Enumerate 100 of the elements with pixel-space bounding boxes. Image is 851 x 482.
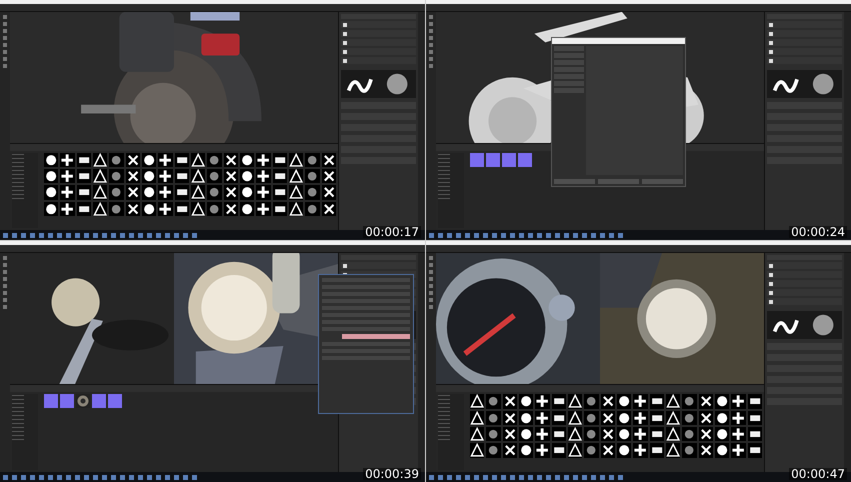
alpha-thumbnail[interactable] [470,427,484,442]
alpha-thumbnail[interactable] [207,152,222,168]
alpha-thumbnail[interactable] [748,443,762,458]
alpha-thumbnail[interactable] [633,394,648,409]
alpha-thumbnail[interactable] [731,410,746,426]
alpha-thumbnail[interactable] [158,169,173,184]
alpha-thumbnail[interactable] [174,169,189,184]
alpha-thumbnail[interactable] [190,185,206,200]
alpha-thumbnail[interactable] [502,394,517,409]
alpha-thumbnail[interactable] [190,202,206,216]
alpha-thumbnail[interactable] [190,169,206,184]
alpha-thumbnail[interactable] [568,394,582,409]
alpha-thumbnail[interactable] [616,394,632,409]
alpha-thumbnail[interactable] [650,443,664,458]
alpha-thumbnail[interactable] [174,202,189,216]
alpha-thumbnail[interactable] [322,169,336,184]
alpha-thumbnail[interactable] [126,202,140,216]
material-swatch[interactable] [502,152,516,167]
alpha-thumbnail[interactable] [76,185,91,200]
layer-row[interactable] [341,262,416,269]
alpha-thumbnail[interactable] [698,410,713,426]
alpha-thumbnail[interactable] [272,169,287,184]
alpha-thumbnail[interactable] [60,202,75,216]
alpha-thumbnail[interactable] [552,443,566,458]
alpha-thumbnail[interactable] [584,443,599,458]
alpha-thumbnail[interactable] [126,152,140,168]
alpha-thumbnail[interactable] [518,410,534,426]
alpha-thumbnail[interactable] [502,443,517,458]
alpha-thumbnail[interactable] [92,202,108,216]
alpha-thumbnail[interactable] [731,394,746,409]
alpha-thumbnail[interactable] [224,152,238,168]
alpha-thumbnail[interactable] [44,152,58,168]
alpha-thumbnail[interactable] [305,202,320,216]
alpha-thumbnail[interactable] [240,169,254,184]
alpha-thumbnail[interactable] [207,202,222,216]
alpha-thumbnail[interactable] [190,152,206,168]
material-swatch[interactable] [60,394,74,408]
alpha-thumbnail[interactable] [142,152,156,168]
alpha-thumbnail[interactable] [714,394,730,409]
layer-row[interactable] [341,39,416,46]
alpha-thumbnail[interactable] [486,394,501,409]
material-sphere-icon[interactable] [76,394,90,408]
alpha-thumbnail[interactable] [470,443,484,458]
alpha-thumbnail[interactable] [109,202,124,216]
alpha-thumbnail[interactable] [126,169,140,184]
alpha-thumbnail[interactable] [714,427,730,442]
alpha-thumbnail[interactable] [44,169,58,184]
alpha-thumbnail[interactable] [535,410,550,426]
alpha-thumbnail[interactable] [158,152,173,168]
alpha-thumbnail[interactable] [470,410,484,426]
alpha-thumbnail[interactable] [682,427,697,442]
layer-row[interactable] [767,280,842,287]
alpha-thumbnail[interactable] [714,410,730,426]
alpha-thumbnail[interactable] [600,443,615,458]
alpha-thumbnail[interactable] [698,443,713,458]
alpha-thumbnail[interactable] [748,410,762,426]
alpha-thumbnail[interactable] [666,443,680,458]
alpha-thumbnail[interactable] [698,427,713,442]
alpha-thumbnail[interactable] [76,169,91,184]
alpha-thumbnail[interactable] [600,410,615,426]
layer-row[interactable] [767,298,842,305]
alpha-thumbnail[interactable] [731,427,746,442]
alpha-thumbnail[interactable] [44,202,58,216]
alpha-thumbnail[interactable] [502,427,517,442]
alpha-thumbnail[interactable] [568,427,582,442]
alpha-thumbnail[interactable] [60,185,75,200]
alpha-thumbnail[interactable] [682,410,697,426]
alpha-thumbnail[interactable] [126,185,140,200]
alpha-thumbnail[interactable] [44,185,58,200]
alpha-thumbnail[interactable] [666,427,680,442]
alpha-thumbnail[interactable] [76,152,91,168]
alpha-thumbnail[interactable] [240,185,254,200]
alpha-thumbnail[interactable] [109,169,124,184]
alpha-thumbnail[interactable] [305,152,320,168]
alpha-thumbnail[interactable] [272,185,287,200]
layer-row[interactable] [341,48,416,55]
alpha-thumbnail[interactable] [288,185,304,200]
alpha-thumbnail[interactable] [552,410,566,426]
alpha-thumbnail[interactable] [256,152,271,168]
alpha-thumbnail[interactable] [60,152,75,168]
alpha-thumbnail[interactable] [305,185,320,200]
alpha-thumbnail[interactable] [142,202,156,216]
alpha-thumbnail[interactable] [92,152,108,168]
alpha-thumbnail[interactable] [552,394,566,409]
alpha-thumbnail[interactable] [240,202,254,216]
layer-row[interactable] [341,21,416,28]
material-swatch[interactable] [470,152,484,167]
alpha-thumbnail[interactable] [470,394,484,409]
alpha-thumbnail[interactable] [288,169,304,184]
material-swatch[interactable] [486,152,500,167]
layer-row[interactable] [767,57,842,64]
layer-row[interactable] [767,39,842,46]
alpha-thumbnail[interactable] [109,152,124,168]
alpha-thumbnail[interactable] [552,427,566,442]
color-field[interactable] [342,334,410,339]
alpha-thumbnail[interactable] [535,443,550,458]
alpha-thumbnail[interactable] [518,394,534,409]
alpha-thumbnail[interactable] [256,202,271,216]
alpha-thumbnail[interactable] [305,169,320,184]
alpha-thumbnail[interactable] [633,443,648,458]
